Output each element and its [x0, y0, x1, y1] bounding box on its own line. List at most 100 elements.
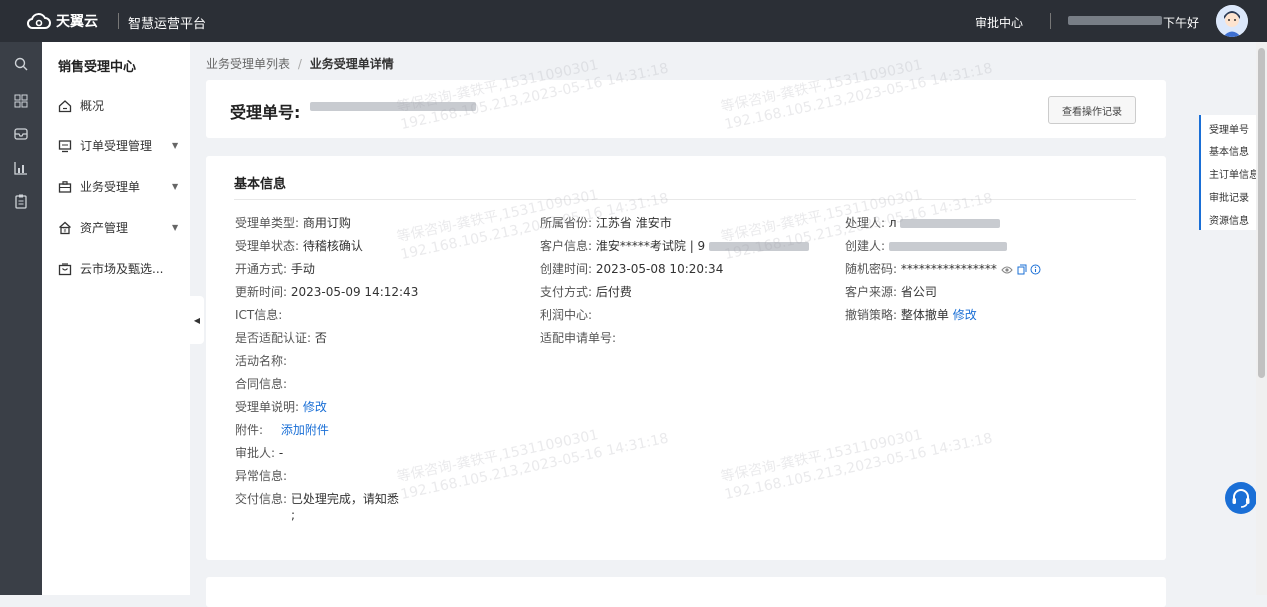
field-value: 商用订购 — [302, 216, 351, 230]
sidebar: 销售受理中心 概况 订单受理管理 ▼ 业务受理单 ▼ ¥ 资产管理 ▼ 云市场及… — [42, 42, 190, 595]
main-order-info-card — [206, 577, 1166, 607]
field-label: 是否适配认证: — [235, 331, 312, 345]
sidebar-item-label: 概况 — [80, 99, 105, 113]
field-value: 2023-05-09 14:12:43 — [290, 285, 419, 299]
field-value: - — [278, 446, 284, 460]
anchor-main-order-info[interactable]: 主订单信息 — [1209, 166, 1259, 181]
brand-name: 天翼云 — [56, 14, 98, 30]
field-profit-center: 利润中心: — [540, 306, 592, 323]
creator-redacted — [888, 242, 1007, 251]
breadcrumb-separator: / — [297, 57, 302, 71]
field-value: 已处理完成，请知悉 — [290, 492, 399, 506]
breadcrumb-parent-link[interactable]: 业务受理单列表 — [206, 57, 290, 71]
copy-icon[interactable] — [1017, 264, 1027, 275]
sidebar-title: 销售受理中心 — [58, 60, 137, 75]
approval-center-link[interactable]: 审批中心 — [975, 14, 1023, 31]
search-icon[interactable] — [13, 56, 29, 72]
caret-down-icon: ▼ — [172, 141, 179, 150]
caret-left-icon: ◀ — [193, 315, 201, 325]
handler-redacted — [900, 219, 1001, 228]
sidebar-item-label: 资产管理 — [80, 221, 129, 235]
field-delivery-info-cont: ; — [291, 508, 296, 522]
field-value: 整体撤单 — [900, 308, 949, 322]
headset-icon — [1232, 489, 1250, 508]
field-label: 附件: — [235, 423, 264, 437]
view-operation-log-button[interactable]: 查看操作记录 — [1048, 96, 1136, 124]
field-value: 江苏省 淮安市 — [595, 216, 672, 230]
field-value: л — [888, 216, 897, 230]
top-bar: 天翼云 智慧运营平台 审批中心 下午好 — [0, 0, 1267, 42]
field-value: 待稽核确认 — [302, 239, 363, 253]
field-label: 支付方式: — [540, 285, 593, 299]
sidebar-item-label: 订单受理管理 — [80, 139, 153, 153]
field-label: 随机密码: — [845, 262, 898, 276]
monitor-icon — [58, 139, 72, 152]
field-cancel-strategy: 撤销策略: 整体撤单 修改 — [845, 306, 977, 323]
breadcrumb: 业务受理单列表 / 业务受理单详情 — [206, 55, 394, 72]
sidebar-item-asset-management[interactable]: ¥ 资产管理 ▼ — [58, 219, 186, 236]
field-activation-method: 开通方式: 手动 — [235, 260, 315, 277]
field-value: 手动 — [290, 262, 315, 276]
field-label: ICT信息: — [235, 308, 283, 322]
field-label: 审批人: — [235, 446, 276, 460]
chart-icon[interactable] — [13, 160, 29, 176]
avatar[interactable] — [1216, 5, 1248, 37]
sidebar-item-overview[interactable]: 概况 — [58, 97, 186, 114]
field-label: 客户来源: — [845, 285, 898, 299]
field-order-description: 受理单说明: 修改 — [235, 398, 327, 415]
anchor-order-number[interactable]: 受理单号 — [1209, 121, 1249, 136]
customer-service-button[interactable] — [1225, 482, 1257, 514]
field-label: 更新时间: — [235, 285, 288, 299]
sidebar-item-business-order[interactable]: 业务受理单 ▼ — [58, 178, 186, 195]
field-customer-info: 客户信息: 淮安*****考试院 | 9 — [540, 237, 810, 254]
sidebar-item-label: 业务受理单 — [80, 180, 141, 194]
user-avatar-icon — [1216, 5, 1248, 37]
sidebar-item-cloud-market[interactable]: 云市场及甄选... — [58, 260, 186, 277]
field-label: 创建人: — [845, 239, 886, 253]
field-order-type: 受理单类型: 商用订购 — [235, 214, 351, 231]
sidebar-item-label: 云市场及甄选... — [80, 262, 164, 276]
field-value: 省公司 — [900, 285, 937, 299]
field-label: 开通方式: — [235, 262, 288, 276]
sidebar-collapse-button[interactable]: ◀ — [190, 296, 204, 344]
platform-name: 智慧运营平台 — [128, 17, 207, 32]
edit-description-link[interactable]: 修改 — [303, 400, 327, 414]
page-scrollbar-thumb[interactable] — [1258, 48, 1265, 378]
field-province: 所属省份: 江苏省 淮安市 — [540, 214, 672, 231]
field-label: 适配申请单号: — [540, 331, 617, 345]
field-label: 交付信息: — [235, 492, 288, 506]
edit-cancel-strategy-link[interactable]: 修改 — [953, 308, 977, 322]
logo[interactable]: 天翼云 — [26, 11, 98, 31]
eye-icon[interactable] — [1001, 265, 1013, 275]
field-customer-source: 客户来源: 省公司 — [845, 283, 937, 300]
field-value: **************** — [900, 262, 997, 276]
add-attachment-link[interactable]: 添加附件 — [281, 423, 329, 437]
field-value: 淮安*****考试院 | 9 — [595, 239, 706, 253]
grid-icon[interactable] — [13, 93, 29, 109]
inbox-icon[interactable] — [13, 126, 29, 142]
field-label: 利润中心: — [540, 308, 593, 322]
order-number-label: 受理单号: — [230, 103, 301, 122]
anchor-approval-records[interactable]: 审批记录 — [1209, 189, 1249, 204]
icon-rail — [0, 42, 42, 595]
home-icon — [58, 99, 72, 112]
greeting-text: 下午好 — [1163, 16, 1200, 30]
caret-down-icon: ▼ — [172, 182, 179, 191]
divider — [118, 13, 119, 29]
cloud-logo-icon — [26, 13, 51, 29]
anchor-basic-info[interactable]: 基本信息 — [1209, 143, 1249, 158]
info-icon[interactable] — [1030, 264, 1041, 275]
clipboard-icon[interactable] — [13, 193, 29, 209]
field-label: 所属省份: — [540, 216, 593, 230]
customer-id-redacted — [709, 242, 810, 251]
field-activity-name: 活动名称: — [235, 352, 287, 369]
house-asset-icon: ¥ — [59, 221, 71, 234]
order-number-card: 受理单号: 查看操作记录 — [206, 80, 1166, 138]
field-value: 后付费 — [595, 285, 632, 299]
sidebar-item-order-management[interactable]: 订单受理管理 ▼ — [58, 137, 186, 154]
field-create-time: 创建时间: 2023-05-08 10:20:34 — [540, 260, 723, 277]
anchor-resource-info[interactable]: 资源信息 — [1209, 212, 1249, 227]
field-label: 受理单类型: — [235, 216, 300, 230]
field-label: 受理单说明: — [235, 400, 300, 414]
field-update-time: 更新时间: 2023-05-09 14:12:43 — [235, 283, 418, 300]
